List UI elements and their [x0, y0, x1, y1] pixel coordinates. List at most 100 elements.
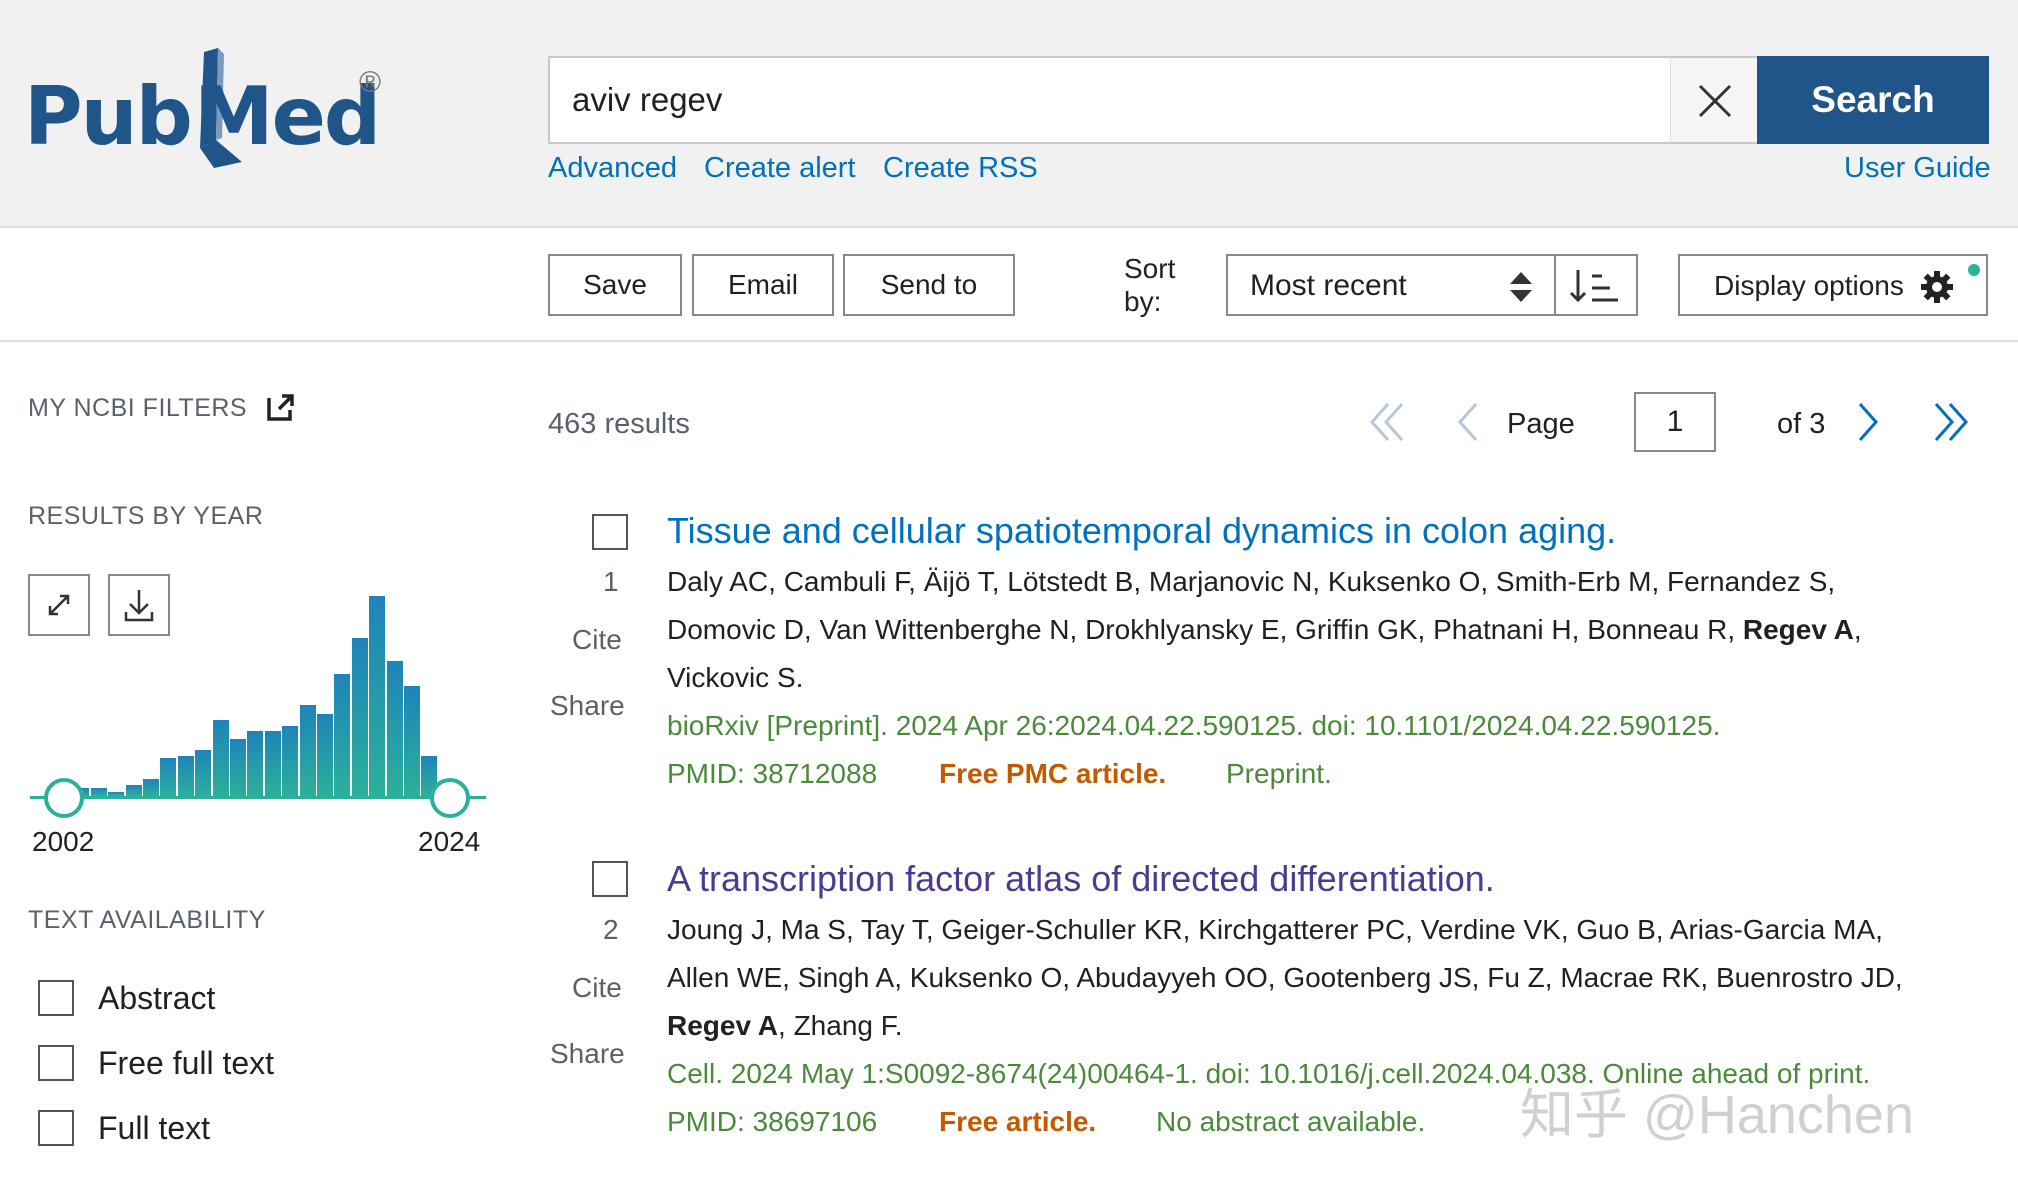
- free-full-text-checkbox[interactable]: [38, 1045, 74, 1081]
- text-availability-heading: TEXT AVAILABILITY: [28, 906, 266, 934]
- year-bar-2008[interactable]: [160, 757, 177, 796]
- result-1-publication-type: Preprint.: [1226, 758, 1332, 789]
- result-1-authors-line2-pre: Domovic D, Van Wittenberghe N, Drokhlyan…: [667, 614, 1743, 645]
- user-guide-link[interactable]: User Guide: [1844, 152, 1991, 185]
- result-1-index: 1: [603, 566, 619, 597]
- result-2-authors-line3-post: , Zhang F.: [778, 1010, 903, 1041]
- sort-label-line2: by:: [1124, 286, 1162, 317]
- create-rss-link[interactable]: Create RSS: [883, 152, 1038, 185]
- page-label: Page: [1507, 408, 1575, 440]
- year-bar-2012[interactable]: [230, 738, 246, 796]
- logo-registered: ®: [359, 66, 382, 99]
- year-bar-2018[interactable]: [334, 674, 351, 796]
- year-bar-2016[interactable]: [299, 704, 316, 796]
- sort-updown-icon: [1510, 272, 1532, 302]
- page-number-input[interactable]: 1: [1634, 392, 1716, 452]
- abstract-checkbox[interactable]: [38, 980, 74, 1016]
- year-bar-2020[interactable]: [369, 596, 386, 796]
- page-count-label: of 3: [1777, 408, 1826, 440]
- first-page-icon[interactable]: [1366, 398, 1410, 446]
- result-2-cite-button[interactable]: Cite: [572, 972, 622, 1004]
- result-1-authors-line2-post: ,: [1853, 614, 1862, 645]
- display-options-button[interactable]: Display options: [1678, 254, 1988, 316]
- clear-search-button[interactable]: [1670, 56, 1758, 144]
- year-bar-2021[interactable]: [386, 660, 403, 796]
- gear-icon: [1921, 271, 1953, 303]
- year-bar-2019[interactable]: [351, 637, 368, 796]
- year-bar-2010[interactable]: [195, 750, 212, 796]
- year-bar-2017[interactable]: [317, 714, 333, 796]
- email-button[interactable]: Email: [692, 254, 834, 316]
- sort-select-value: Most recent: [1250, 269, 1407, 302]
- result-1-title-link[interactable]: Tissue and cellular spatiotemporal dynam…: [667, 510, 1616, 552]
- logo-text-med: Med: [194, 70, 381, 163]
- year-bar-2007[interactable]: [143, 778, 159, 796]
- results-by-year-heading: RESULTS BY YEAR: [28, 502, 264, 530]
- next-page-icon[interactable]: [1854, 398, 1884, 446]
- external-link-icon[interactable]: [266, 392, 296, 422]
- result-2-authors-line3: Regev A, Zhang F.: [667, 1010, 903, 1042]
- sort-by-label: Sort by:: [1124, 252, 1175, 318]
- result-1-citation: bioRxiv [Preprint]. 2024 Apr 26:2024.04.…: [667, 710, 1721, 741]
- results-by-year-chart: [30, 580, 490, 820]
- status-dot: [1968, 264, 1980, 276]
- result-2-authors-line1: Joung J, Ma S, Tay T, Geiger-Schuller KR…: [667, 914, 1883, 945]
- year-bar-2013[interactable]: [247, 731, 264, 796]
- result-2-title-link[interactable]: A transcription factor atlas of directed…: [667, 858, 1495, 900]
- previous-page-icon[interactable]: [1452, 398, 1482, 446]
- last-page-icon[interactable]: [1928, 398, 1972, 446]
- result-1-authors-line3: Vickovic S.: [667, 662, 804, 693]
- result-1-authors-line2: Domovic D, Van Wittenberghe N, Drokhlyan…: [667, 614, 1862, 646]
- result-2-free-badge: Free article.: [939, 1106, 1097, 1137]
- send-to-button[interactable]: Send to: [843, 254, 1015, 316]
- full-text-filter-label[interactable]: Full text: [98, 1110, 210, 1147]
- result-1-checkbox[interactable]: [592, 514, 628, 550]
- search-box: [548, 56, 1758, 144]
- sort-order-button[interactable]: [1554, 254, 1638, 316]
- year-bar-2004[interactable]: [90, 788, 107, 796]
- search-input[interactable]: [572, 58, 1652, 142]
- year-bar-2015[interactable]: [282, 725, 299, 796]
- result-1-pmid: PMID: 38712088: [667, 758, 878, 789]
- search-button[interactable]: Search: [1757, 56, 1989, 144]
- result-2-authors-line2: Allen WE, Singh A, Kuksenko O, Abudayyeh…: [667, 962, 1903, 993]
- result-1-share-button[interactable]: Share: [550, 690, 625, 722]
- close-icon: [1698, 84, 1732, 118]
- sort-label-line1: Sort: [1124, 253, 1176, 284]
- result-2-share-button[interactable]: Share: [550, 1038, 625, 1070]
- result-1-cite-button[interactable]: Cite: [572, 624, 622, 656]
- year-bar-2011[interactable]: [212, 719, 229, 796]
- result-1-authors-line1: Daly AC, Cambuli F, Äijö T, Lötstedt B, …: [667, 566, 1836, 597]
- year-bar-2022[interactable]: [404, 685, 420, 796]
- my-ncbi-filters-heading: MY NCBI FILTERS: [28, 394, 248, 422]
- year-bar-2005[interactable]: [108, 792, 125, 796]
- year-end-label: 2024: [418, 826, 481, 857]
- free-full-text-filter-label[interactable]: Free full text: [98, 1045, 274, 1082]
- year-bar-2009[interactable]: [177, 756, 194, 796]
- advanced-link[interactable]: Advanced: [548, 152, 677, 185]
- sort-select[interactable]: Most recent: [1226, 254, 1556, 316]
- full-text-checkbox[interactable]: [38, 1110, 74, 1146]
- result-1-free-badge: Free PMC article.: [939, 758, 1167, 789]
- watermark: 知乎 @Hanchen: [1520, 1085, 1914, 1145]
- result-2-checkbox[interactable]: [592, 861, 628, 897]
- create-alert-link[interactable]: Create alert: [704, 152, 856, 185]
- year-range-start-handle[interactable]: [44, 778, 84, 818]
- result-2-index: 2: [603, 914, 619, 945]
- pubmed-logo[interactable]: Pub Med ®: [24, 44, 404, 174]
- logo-text-pub: Pub: [24, 70, 193, 163]
- result-2-note: No abstract available.: [1156, 1106, 1426, 1137]
- year-start-label: 2002: [32, 826, 95, 857]
- result-2-author-highlight: Regev A: [667, 1010, 779, 1041]
- result-2-pmid: PMID: 38697106: [667, 1106, 878, 1137]
- abstract-filter-label[interactable]: Abstract: [98, 980, 215, 1017]
- results-count: 463 results: [548, 408, 690, 440]
- result-1-author-highlight: Regev A: [1742, 614, 1854, 645]
- save-button[interactable]: Save: [548, 254, 682, 316]
- sort-descending-icon: [1569, 270, 1618, 303]
- year-range-end-handle[interactable]: [430, 778, 470, 818]
- display-options-label: Display options: [1714, 270, 1904, 301]
- year-bar-2014[interactable]: [264, 731, 281, 796]
- year-bar-2006[interactable]: [125, 784, 142, 796]
- chart-track: [30, 796, 486, 799]
